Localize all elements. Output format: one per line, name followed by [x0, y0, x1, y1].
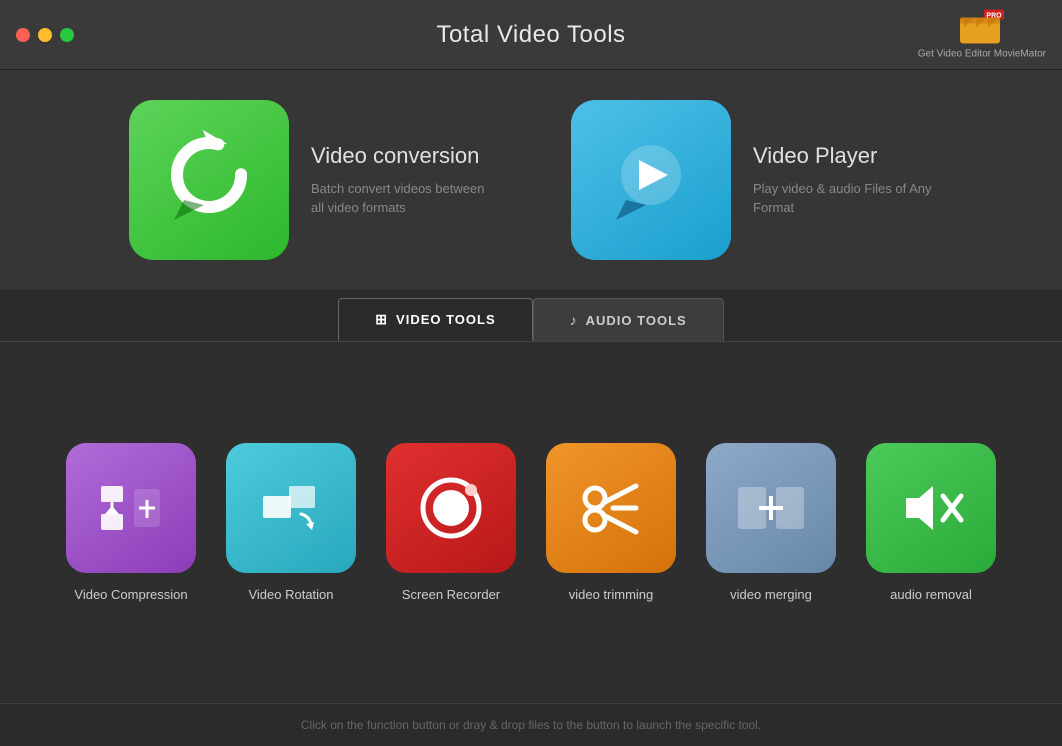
titlebar: Total Video Tools PRO Get Video Editor M… — [0, 0, 1062, 70]
video-merging-label: video merging — [730, 587, 812, 602]
hero-item-video-conversion[interactable]: Video conversion Batch convert videos be… — [129, 100, 491, 260]
screen-recorder-icon — [386, 443, 516, 573]
app-title: Total Video Tools — [436, 21, 625, 49]
tab-video-tools-label: VIDEO TOOLS — [396, 312, 496, 327]
audio-removal-label: audio removal — [890, 587, 972, 602]
tab-audio-tools-label: AUDIO TOOLS — [586, 313, 687, 328]
tool-item-screen-recorder[interactable]: Screen Recorder — [386, 443, 516, 602]
moviemator-label: Get Video Editor MovieMator — [918, 47, 1046, 60]
video-conversion-title: Video conversion — [311, 143, 491, 169]
video-compression-label: Video Compression — [74, 587, 187, 602]
close-button[interactable] — [16, 28, 30, 42]
tool-item-video-merging[interactable]: video merging — [706, 443, 836, 602]
tool-item-video-rotation[interactable]: Video Rotation — [226, 443, 356, 602]
video-rotation-icon — [226, 443, 356, 573]
video-trimming-icon — [546, 443, 676, 573]
moviemator-button[interactable]: PRO Get Video Editor MovieMator — [918, 9, 1046, 60]
video-player-desc: Play video & audio Files of Any Format — [753, 179, 933, 218]
video-player-icon — [571, 100, 731, 260]
hero-item-video-player[interactable]: Video Player Play video & audio Files of… — [571, 100, 933, 260]
video-compression-icon — [66, 443, 196, 573]
video-player-text: Video Player Play video & audio Files of… — [753, 143, 933, 218]
video-player-title: Video Player — [753, 143, 933, 169]
tool-item-video-trimming[interactable]: video trimming — [546, 443, 676, 602]
tools-section: Video Compression Video Rotation — [0, 341, 1062, 703]
video-tools-tab-icon: ⊞ — [375, 311, 388, 328]
moviemator-icon: PRO — [960, 9, 1004, 45]
video-trimming-label: video trimming — [569, 587, 654, 602]
tool-item-video-compression[interactable]: Video Compression — [66, 443, 196, 602]
audio-removal-icon — [866, 443, 996, 573]
video-conversion-desc: Batch convert videos between all video f… — [311, 179, 491, 218]
video-conversion-icon — [129, 100, 289, 260]
tab-video-tools[interactable]: ⊞ VIDEO TOOLS — [338, 298, 532, 341]
tab-audio-tools[interactable]: ♪ AUDIO TOOLS — [533, 298, 724, 341]
video-conversion-text: Video conversion Batch convert videos be… — [311, 143, 491, 218]
video-merging-icon — [706, 443, 836, 573]
audio-tools-tab-icon: ♪ — [570, 312, 578, 328]
footer-text: Click on the function button or dray & d… — [301, 718, 761, 732]
footer: Click on the function button or dray & d… — [0, 703, 1062, 746]
tabs-container: ⊞ VIDEO TOOLS ♪ AUDIO TOOLS — [0, 290, 1062, 341]
tools-grid: Video Compression Video Rotation — [66, 443, 996, 602]
hero-section: Video conversion Batch convert videos be… — [0, 70, 1062, 290]
tool-item-audio-removal[interactable]: audio removal — [866, 443, 996, 602]
screen-recorder-label: Screen Recorder — [402, 587, 500, 602]
maximize-button[interactable] — [60, 28, 74, 42]
minimize-button[interactable] — [38, 28, 52, 42]
video-rotation-label: Video Rotation — [248, 587, 333, 602]
window-controls — [16, 28, 74, 42]
